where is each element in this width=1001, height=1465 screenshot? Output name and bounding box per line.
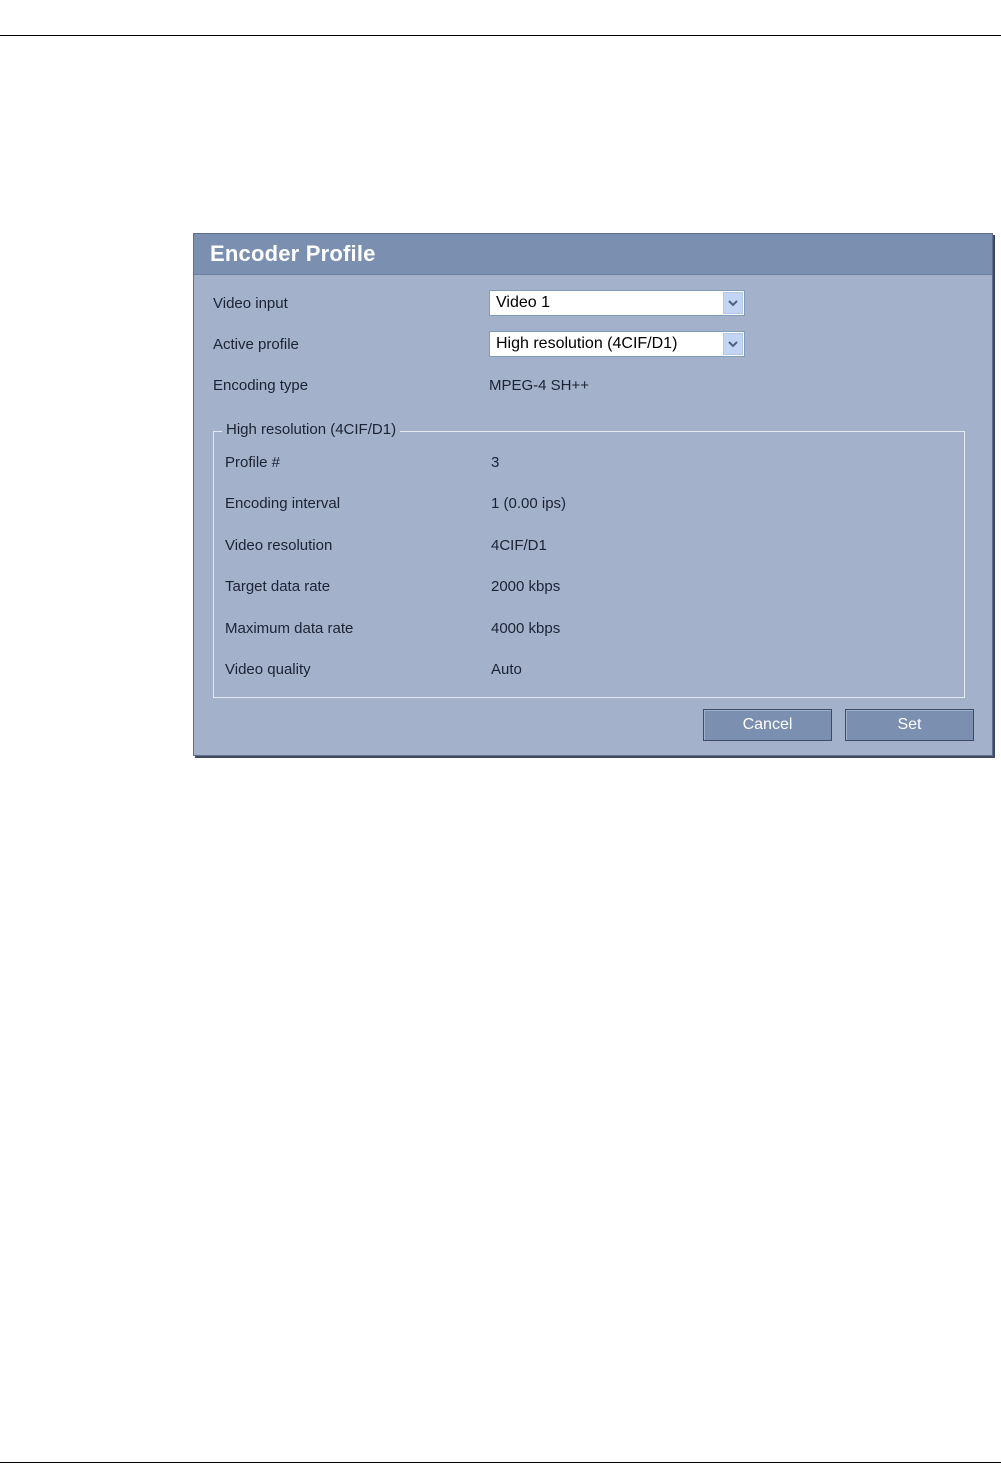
encoding-interval-label: Encoding interval <box>225 495 341 512</box>
video-input-select[interactable]: Video 1 <box>489 290 745 316</box>
profile-number-value: 3 <box>491 454 500 471</box>
profile-number-label: Profile # <box>225 454 281 471</box>
cancel-button[interactable]: Cancel <box>703 709 832 741</box>
encoding-type-value: MPEG-4 SH++ <box>489 377 590 394</box>
target-data-rate-label: Target data rate <box>225 578 331 595</box>
set-button[interactable]: Set <box>845 709 974 741</box>
active-profile-label: Active profile <box>213 336 299 353</box>
active-profile-select[interactable]: High resolution (4CIF/D1) <box>489 331 745 357</box>
encoder-profile-panel: Encoder Profile Video input Video 1 Acti… <box>193 233 993 756</box>
chevron-down-icon[interactable] <box>723 292 743 314</box>
top-rule <box>0 35 1001 36</box>
chevron-down-icon[interactable] <box>723 333 743 355</box>
profile-group-legend: High resolution (4CIF/D1) <box>222 421 401 438</box>
active-profile-selected-value: High resolution (4CIF/D1) <box>496 335 678 352</box>
video-resolution-value: 4CIF/D1 <box>491 537 547 554</box>
maximum-data-rate-value: 4000 kbps <box>491 620 561 637</box>
encoding-type-label: Encoding type <box>213 377 309 394</box>
panel-header: Encoder Profile <box>194 234 992 275</box>
video-quality-value: Auto <box>491 661 522 678</box>
video-resolution-label: Video resolution <box>225 537 333 554</box>
maximum-data-rate-label: Maximum data rate <box>225 620 354 637</box>
video-input-label: Video input <box>213 295 288 312</box>
encoding-interval-value: 1 (0.00 ips) <box>491 495 567 512</box>
profile-details-group: High resolution (4CIF/D1) Profile # 3 En… <box>213 421 965 698</box>
target-data-rate-value: 2000 kbps <box>491 578 561 595</box>
bottom-rule <box>0 1462 1001 1463</box>
panel-title: Encoder Profile <box>210 241 376 266</box>
video-quality-label: Video quality <box>225 661 311 678</box>
video-input-selected-value: Video 1 <box>496 294 550 311</box>
